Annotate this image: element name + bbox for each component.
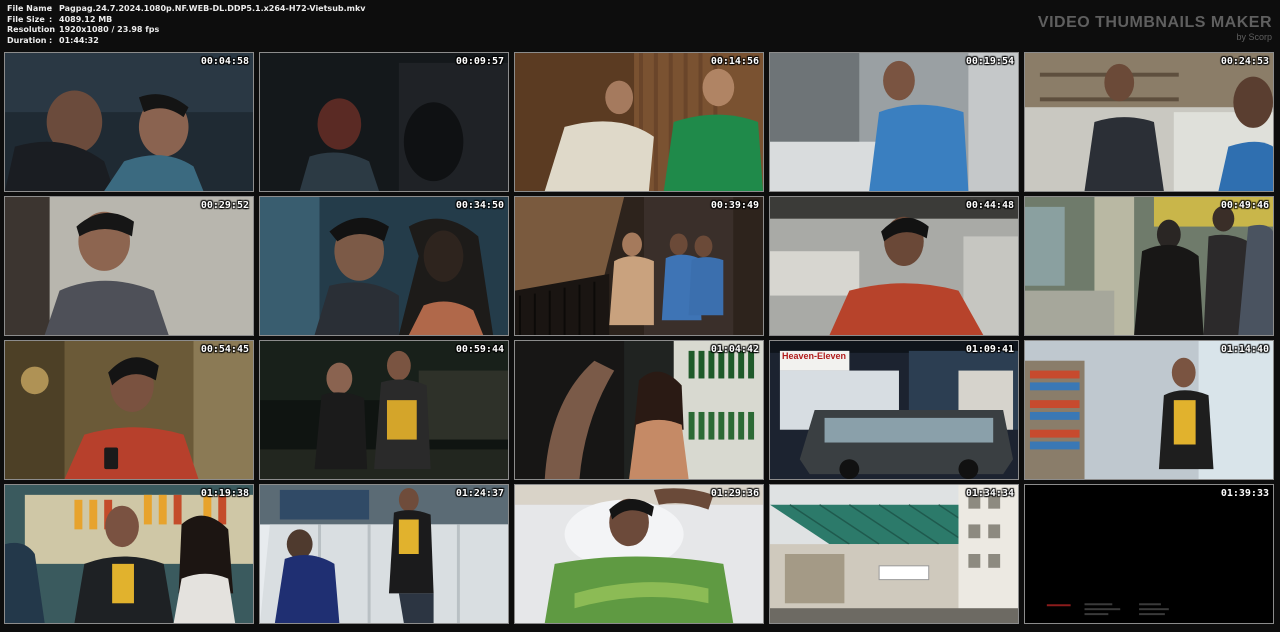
scene-couple-night <box>260 197 508 335</box>
duration-value: 01:44:32 <box>59 35 99 45</box>
timestamp: 00:39:49 <box>710 200 759 211</box>
file-size-row: File Size:4089.12 MB <box>7 14 113 24</box>
timestamp: 00:04:58 <box>200 56 249 67</box>
timestamp: 01:29:36 <box>710 488 759 499</box>
brand-subtitle: by Scorp <box>1236 32 1272 42</box>
thumbnail[interactable]: 00:59:44 <box>259 340 509 480</box>
thumbnail[interactable]: 00:24:53 <box>1024 52 1274 192</box>
file-name-key: File Name <box>7 4 53 13</box>
resolution-row: Resolution:1920x1080 / 23.98 fps <box>7 25 160 34</box>
brand-title: VIDEO THUMBNAILS MAKER <box>1037 14 1272 31</box>
timestamp: 00:24:53 <box>1220 56 1269 67</box>
file-size-value: 4089.12 MB <box>59 14 113 24</box>
timestamp: 01:34:34 <box>965 488 1014 499</box>
timestamp: 01:19:38 <box>200 488 249 499</box>
scene-dark-mask <box>260 53 508 191</box>
thumbnail[interactable]: 00:34:50 <box>259 196 509 336</box>
scene-wood-wall-two-men <box>515 53 763 191</box>
scene-street-night <box>260 341 508 479</box>
thumbnail[interactable]: 01:14:40 <box>1024 340 1274 480</box>
scene-window-struggle <box>260 485 508 623</box>
timestamp: 01:14:40 <box>1220 344 1269 355</box>
thumbnail[interactable]: 01:29:36 <box>514 484 764 624</box>
timestamp: 00:34:50 <box>455 200 504 211</box>
thumbnail[interactable]: 00:09:57 <box>259 52 509 192</box>
scene-store-aisle-man <box>1025 341 1273 479</box>
thumbnail[interactable]: 00:44:48 <box>769 196 1019 336</box>
file-size-key: File Size <box>7 14 45 24</box>
thumbnail[interactable]: Heaven-Eleven 01:09:41 <box>769 340 1019 480</box>
scene-warm-room-phone <box>5 341 253 479</box>
brand-watermark: VIDEO THUMBNAILS MAKER by Scorp <box>1038 14 1272 42</box>
thumbnail[interactable]: 00:39:49 <box>514 196 764 336</box>
scene-black-credits <box>1025 485 1273 623</box>
thumbnail[interactable]: 01:39:33 <box>1024 484 1274 624</box>
thumbnail[interactable]: 01:04:42 <box>514 340 764 480</box>
thumbnail[interactable]: 00:19:54 <box>769 52 1019 192</box>
file-info: File Name: Pagpag.24.7.2024.1080p.NF.WEB-… <box>7 4 366 46</box>
scene-building-exterior <box>770 485 1018 623</box>
timestamp: 00:29:52 <box>200 200 249 211</box>
resolution-value: 1920x1080 / 23.98 fps <box>59 25 160 34</box>
header: File Name: Pagpag.24.7.2024.1080p.NF.WEB-… <box>0 0 1280 50</box>
scene-hospital-bed <box>515 485 763 623</box>
store-sign: Heaven-Eleven <box>782 351 847 361</box>
thumbnail[interactable]: 01:34:34 <box>769 484 1019 624</box>
thumbnail-grid: 00:04:58 00:09:57 00:14:56 00:19:54 00:2… <box>4 52 1276 628</box>
timestamp: 01:39:33 <box>1220 488 1269 499</box>
timestamp: 00:49:46 <box>1220 200 1269 211</box>
timestamp: 00:19:54 <box>965 56 1014 67</box>
timestamp: 01:09:41 <box>965 344 1014 355</box>
timestamp: 01:24:37 <box>455 488 504 499</box>
scene-hallway-figures <box>1025 197 1273 335</box>
thumbnail[interactable]: 00:14:56 <box>514 52 764 192</box>
scene-stairs-overhead <box>515 197 763 335</box>
file-name-value: Pagpag.24.7.2024.1080p.NF.WEB-DL.DDP5.1.… <box>59 4 366 13</box>
timestamp: 00:14:56 <box>710 56 759 67</box>
scene-shocked-man <box>5 197 253 335</box>
scene-store-two-people <box>5 485 253 623</box>
thumbnail[interactable]: 00:29:52 <box>4 196 254 336</box>
duration-key: Duration <box>7 35 47 45</box>
thumbnail[interactable]: 01:24:37 <box>259 484 509 624</box>
duration-row: Duration:01:44:32 <box>7 35 99 45</box>
thumbnail[interactable]: 00:54:45 <box>4 340 254 480</box>
thumbnail[interactable]: 01:19:38 <box>4 484 254 624</box>
timestamp: 00:59:44 <box>455 344 504 355</box>
timestamp: 00:09:57 <box>455 56 504 67</box>
scene-kitchen-tanktop <box>1025 53 1273 191</box>
thumbnail[interactable]: 00:04:58 <box>4 52 254 192</box>
resolution-key: Resolution <box>7 25 56 34</box>
scene-bedroom-blue-shirt <box>770 53 1018 191</box>
scene-storefront-jeepney <box>770 341 1018 479</box>
scene-store-shelves-woman <box>515 341 763 479</box>
timestamp: 00:44:48 <box>965 200 1014 211</box>
timestamp: 00:54:45 <box>200 344 249 355</box>
timestamp: 01:04:42 <box>710 344 759 355</box>
file-name-row: File Name: Pagpag.24.7.2024.1080p.NF.WEB-… <box>7 4 366 13</box>
thumbnail[interactable]: 00:49:46 <box>1024 196 1274 336</box>
scene-red-tank-man <box>770 197 1018 335</box>
scene-two-people-close <box>5 53 253 191</box>
